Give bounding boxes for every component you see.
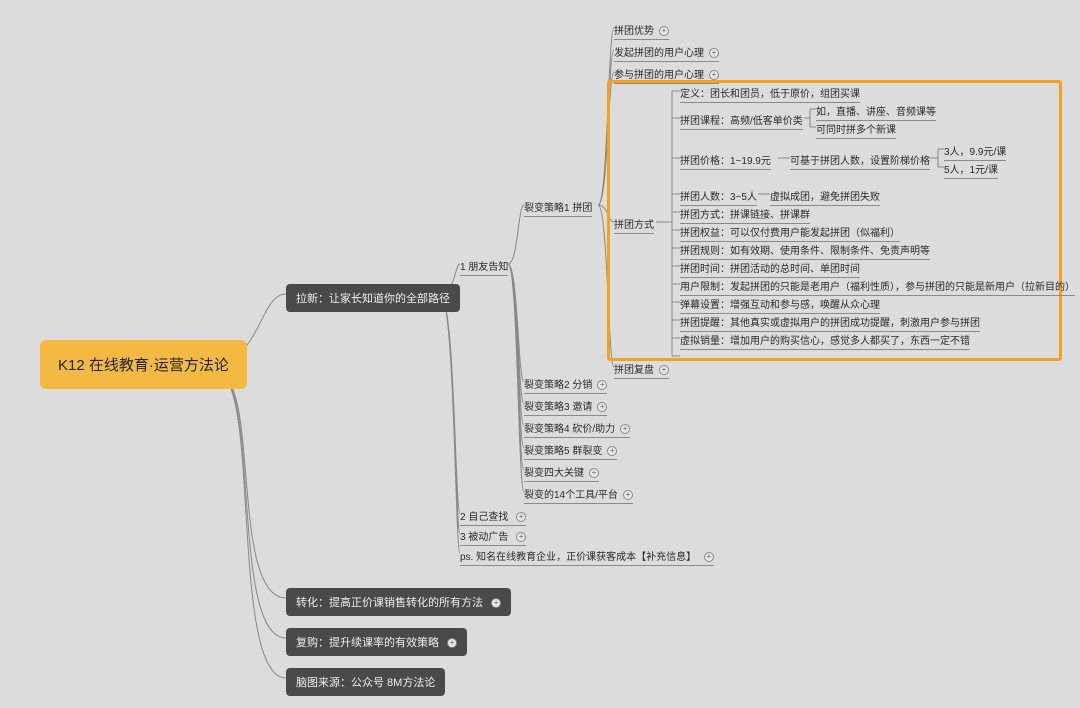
node-passive[interactable]: 3 被动广告 + xyxy=(460,528,526,546)
node-s3-label: 裂变策略3 邀请 xyxy=(524,402,592,413)
node-zhuanhua-label: 转化：提高正价课销售转化的所有方法 xyxy=(296,597,483,609)
node-ps[interactable]: ps. 知名在线教育企业，正价课获客成本【补充信息】 + xyxy=(460,548,714,566)
node-people-virtual[interactable]: 虚拟成团，避免拼团失败 xyxy=(770,188,880,206)
expand-icon[interactable]: + xyxy=(659,365,669,375)
node-self[interactable]: 2 自己查找 + xyxy=(460,508,526,526)
node-time-label: 拼团时间：拼团活动的总时间、单团时间 xyxy=(680,264,860,275)
node-rights-label: 拼团权益：可以仅付费用户能发起拼团（似福利） xyxy=(680,228,900,239)
node-people[interactable]: 拼团人数：3~5人 xyxy=(680,188,757,206)
node-keys-label: 裂变四大关键 xyxy=(524,468,584,479)
node-self-label: 2 自己查找 xyxy=(460,512,508,523)
node-way[interactable]: 拼团方式：拼课链接、拼课群 xyxy=(680,206,810,224)
node-rights[interactable]: 拼团权益：可以仅付费用户能发起拼团（似福利） xyxy=(680,224,900,242)
node-rules[interactable]: 拼团规则：如有效期、使用条件、限制条件、免责声明等 xyxy=(680,242,930,260)
expand-icon[interactable]: + xyxy=(620,424,630,434)
node-tools[interactable]: 裂变的14个工具/平台 + xyxy=(524,486,633,504)
node-method-label: 拼团方式 xyxy=(614,220,654,231)
node-course-eg[interactable]: 如，直播、讲座、音频课等 xyxy=(816,103,936,121)
node-friend-label: 1 朋友告知 xyxy=(460,262,508,273)
node-course[interactable]: 拼团课程：高频/低客单价类 xyxy=(680,112,803,130)
node-course-eg-label: 如，直播、讲座、音频课等 xyxy=(816,107,936,118)
expand-icon[interactable]: + xyxy=(704,552,714,562)
node-course-multi-label: 可同时拼多个新课 xyxy=(816,125,896,136)
node-remind[interactable]: 拼团提醒：其他真实或虚拟用户的拼团成功提醒，刺激用户参与拼团 xyxy=(680,314,980,332)
expand-icon[interactable]: + xyxy=(709,70,719,80)
node-s4[interactable]: 裂变策略4 砍价/助力 + xyxy=(524,420,630,438)
node-danmu[interactable]: 弹幕设置：增强互动和参与感，唤醒从众心理 xyxy=(680,296,880,314)
node-price-3-label: 3人，9.9元/课 xyxy=(944,147,1006,158)
node-participant[interactable]: 参与拼团的用户心理 + xyxy=(614,66,719,84)
node-s4-label: 裂变策略4 砍价/助力 xyxy=(524,424,615,435)
node-price-rule-label: 可基于拼团人数，设置阶梯价格 xyxy=(790,156,930,167)
expand-icon[interactable]: + xyxy=(607,446,617,456)
node-s2-label: 裂变策略2 分销 xyxy=(524,380,592,391)
node-fugou[interactable]: 复购：提升续课率的有效策略 + xyxy=(286,628,467,656)
node-price-label: 拼团价格：1~19.9元 xyxy=(680,156,771,167)
node-keys[interactable]: 裂变四大关键 + xyxy=(524,464,599,482)
expand-icon[interactable]: + xyxy=(623,490,633,500)
expand-icon[interactable]: + xyxy=(516,532,526,542)
node-zhuanhua[interactable]: 转化：提高正价课销售转化的所有方法 + xyxy=(286,588,511,616)
expand-icon[interactable]: + xyxy=(447,638,457,648)
node-way-label: 拼团方式：拼课链接、拼课群 xyxy=(680,210,810,221)
node-price-5[interactable]: 5人，1元/课 xyxy=(944,161,998,179)
node-danmu-label: 弹幕设置：增强互动和参与感，唤醒从众心理 xyxy=(680,300,880,311)
expand-icon[interactable]: + xyxy=(709,48,719,58)
node-review-label: 拼团复盘 xyxy=(614,365,654,376)
node-rules-label: 拼团规则：如有效期、使用条件、限制条件、免责声明等 xyxy=(680,246,930,257)
expand-icon[interactable]: + xyxy=(597,402,607,412)
node-tools-label: 裂变的14个工具/平台 xyxy=(524,490,618,501)
node-passive-label: 3 被动广告 xyxy=(460,532,508,543)
node-def-label: 定义：团长和团员，低于原价，组团买课 xyxy=(680,89,860,100)
node-course-multi[interactable]: 可同时拼多个新课 xyxy=(816,121,896,139)
node-initiator-label: 发起拼团的用户心理 xyxy=(614,48,704,59)
node-price-5-label: 5人，1元/课 xyxy=(944,165,998,176)
node-userlimit-label: 用户限制：发起拼团的只能是老用户（福利性质），参与拼团的只能是新用户（拉新目的） xyxy=(680,282,1075,293)
expand-icon[interactable]: + xyxy=(516,512,526,522)
node-virtual-sale[interactable]: 虚拟销量：增加用户的购买信心，感觉多人都买了，东西一定不错 xyxy=(680,332,970,350)
node-userlimit[interactable]: 用户限制：发起拼团的只能是老用户（福利性质），参与拼团的只能是新用户（拉新目的） xyxy=(680,278,1075,296)
node-time[interactable]: 拼团时间：拼团活动的总时间、单团时间 xyxy=(680,260,860,278)
expand-icon[interactable]: + xyxy=(659,26,669,36)
node-review[interactable]: 拼团复盘 + xyxy=(614,361,669,379)
node-people-virtual-label: 虚拟成团，避免拼团失败 xyxy=(770,192,880,203)
node-source-label: 脑图来源：公众号 8M方法论 xyxy=(296,677,435,689)
root-label: K12 在线教育·运营方法论 xyxy=(58,357,229,374)
node-s5[interactable]: 裂变策略5 群裂变 + xyxy=(524,442,617,460)
node-method[interactable]: 拼团方式 xyxy=(614,216,654,234)
node-laxin-label: 拉新：让家长知道你的全部路径 xyxy=(296,293,450,305)
expand-icon[interactable]: + xyxy=(589,468,599,478)
node-source[interactable]: 脑图来源：公众号 8M方法论 xyxy=(286,668,445,696)
node-friend[interactable]: 1 朋友告知 xyxy=(460,258,508,276)
node-s1[interactable]: 裂变策略1 拼团 xyxy=(524,199,592,217)
node-price-3[interactable]: 3人，9.9元/课 xyxy=(944,143,1006,161)
node-ps-label: ps. 知名在线教育企业，正价课获客成本【补充信息】 xyxy=(460,552,696,563)
node-s3[interactable]: 裂变策略3 邀请 + xyxy=(524,398,607,416)
node-def[interactable]: 定义：团长和团员，低于原价，组团买课 xyxy=(680,85,860,103)
node-adv-label: 拼团优势 xyxy=(614,26,654,37)
node-price-rule[interactable]: 可基于拼团人数，设置阶梯价格 xyxy=(790,152,930,170)
node-price[interactable]: 拼团价格：1~19.9元 xyxy=(680,152,771,170)
node-course-label: 拼团课程：高频/低客单价类 xyxy=(680,116,803,127)
node-virtual-sale-label: 虚拟销量：增加用户的购买信心，感觉多人都买了，东西一定不错 xyxy=(680,336,970,347)
node-s5-label: 裂变策略5 群裂变 xyxy=(524,446,602,457)
node-s2[interactable]: 裂变策略2 分销 + xyxy=(524,376,607,394)
node-participant-label: 参与拼团的用户心理 xyxy=(614,70,704,81)
node-adv[interactable]: 拼团优势 + xyxy=(614,22,669,40)
node-initiator[interactable]: 发起拼团的用户心理 + xyxy=(614,44,719,62)
root-node[interactable]: K12 在线教育·运营方法论 xyxy=(40,340,247,389)
node-laxin[interactable]: 拉新：让家长知道你的全部路径 xyxy=(286,284,460,312)
node-s1-label: 裂变策略1 拼团 xyxy=(524,203,592,214)
node-people-label: 拼团人数：3~5人 xyxy=(680,192,757,203)
expand-icon[interactable]: + xyxy=(597,380,607,390)
expand-icon[interactable]: + xyxy=(491,598,501,608)
node-fugou-label: 复购：提升续课率的有效策略 xyxy=(296,637,439,649)
node-remind-label: 拼团提醒：其他真实或虚拟用户的拼团成功提醒，刺激用户参与拼团 xyxy=(680,318,980,329)
